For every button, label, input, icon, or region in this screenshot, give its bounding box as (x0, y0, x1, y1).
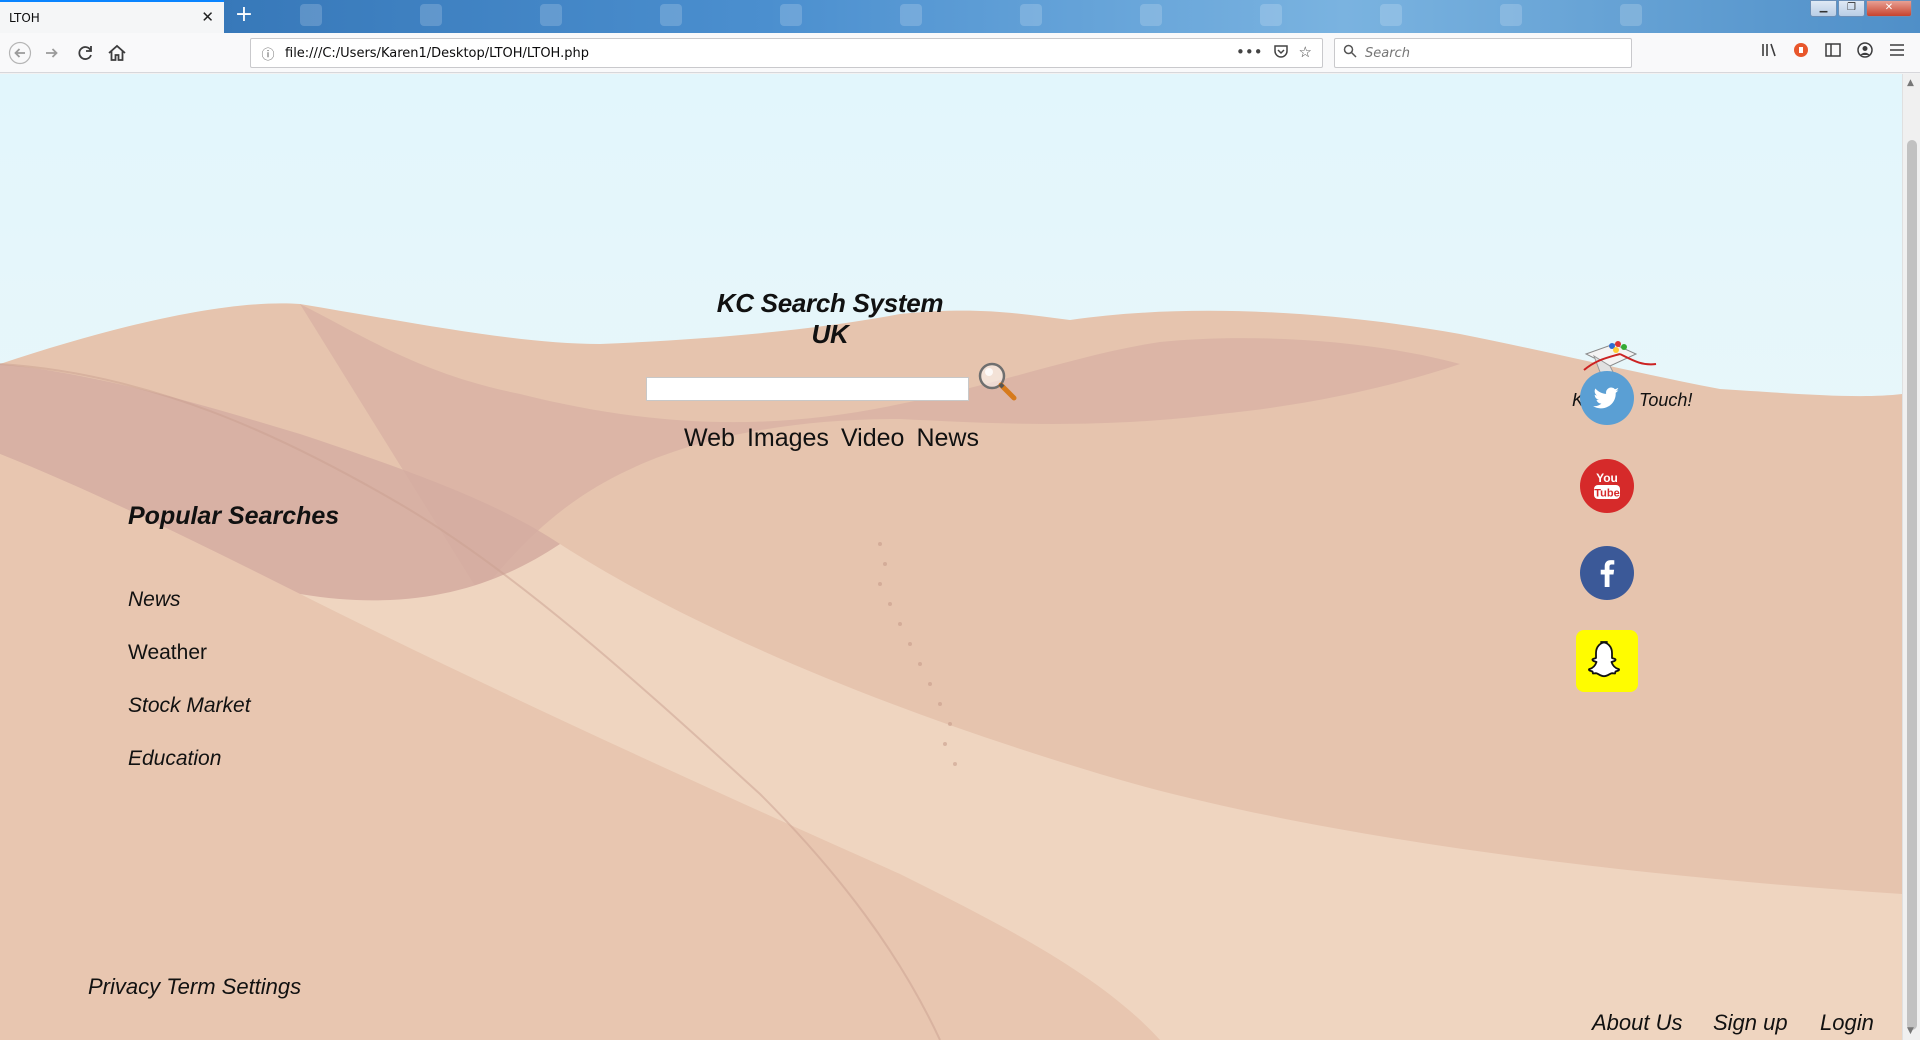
popular-searches-heading: Popular Searches (128, 502, 340, 530)
desktop-decoration (900, 4, 922, 26)
desktop-decoration (780, 4, 802, 26)
youtube-icon: You Tube (1580, 459, 1634, 513)
browser-search-input[interactable] (1365, 45, 1615, 61)
search-icon (1335, 44, 1365, 62)
window-controls: ▁ ❐ ✕ (1809, 0, 1912, 17)
tab-images[interactable]: Images (747, 424, 829, 453)
desktop-decoration (1620, 4, 1642, 26)
desktop-decoration (1020, 4, 1042, 26)
browser-search-bar[interactable] (1334, 38, 1632, 68)
pocket-icon[interactable] (1273, 43, 1289, 63)
window-close-icon[interactable]: ✕ (1866, 0, 1912, 17)
tab-title: LTOH (9, 10, 40, 25)
snapchat-link[interactable] (1576, 630, 1638, 692)
desktop-decoration (1380, 4, 1402, 26)
forward-arrow-icon[interactable] (40, 41, 64, 65)
svg-text:Tube: Tube (1594, 488, 1619, 500)
library-icon[interactable] (1760, 41, 1778, 65)
login-link[interactable]: Login (1820, 1010, 1874, 1036)
popular-search-education[interactable]: Education (128, 747, 221, 771)
menu-icon[interactable] (1888, 41, 1906, 65)
tab-bar: LTOH ✕ + ▁ ❐ ✕ (0, 0, 1920, 33)
desktop-decoration (1260, 4, 1282, 26)
vertical-scrollbar[interactable]: ▲ ▼ (1902, 74, 1920, 1040)
sidebar-icon[interactable] (1824, 41, 1842, 65)
popular-search-news[interactable]: News (128, 588, 181, 612)
scroll-down-arrow-icon[interactable]: ▼ (1907, 1026, 1914, 1036)
new-tab-button[interactable]: + (231, 3, 257, 29)
search-button[interactable] (976, 360, 1020, 404)
popular-search-weather[interactable]: Weather (128, 641, 207, 665)
about-us-link[interactable]: About Us (1592, 1010, 1683, 1036)
home-icon[interactable] (105, 41, 129, 65)
facebook-icon (1580, 546, 1634, 600)
desktop-decoration (540, 4, 562, 26)
browser-tab[interactable]: LTOH ✕ (0, 0, 224, 33)
magnifier-icon (978, 362, 1017, 401)
restore-icon[interactable]: ❐ (1838, 0, 1865, 17)
minimize-icon[interactable]: ▁ (1810, 0, 1837, 17)
navigation-bar: ⓘ file:///C:/Users/Karen1/Desktop/LTOH/L… (0, 33, 1920, 73)
facebook-link[interactable] (1579, 545, 1635, 601)
privacy-terms-settings-link[interactable]: Privacy Term Settings (88, 974, 301, 1000)
youtube-link[interactable]: You Tube (1579, 458, 1635, 514)
desktop-decoration (660, 4, 682, 26)
snapchat-icon (1576, 630, 1638, 692)
page-actions-icon[interactable]: ••• (1236, 43, 1263, 63)
addon-icon[interactable] (1792, 41, 1810, 65)
twitter-icon (1580, 371, 1634, 425)
site-info-icon[interactable]: ⓘ (251, 44, 285, 63)
tab-news[interactable]: News (916, 424, 979, 453)
bookmark-star-icon[interactable]: ☆ (1299, 43, 1312, 63)
sign-up-link[interactable]: Sign up (1713, 1010, 1788, 1036)
scroll-up-arrow-icon[interactable]: ▲ (1907, 78, 1914, 88)
address-bar[interactable]: ⓘ file:///C:/Users/Karen1/Desktop/LTOH/L… (250, 38, 1323, 68)
reload-icon[interactable] (73, 41, 97, 65)
page-viewport: KC Search System UK Web Images Video New… (0, 74, 1902, 1040)
twitter-link[interactable] (1579, 370, 1635, 426)
popular-search-stock-market[interactable]: Stock Market (128, 694, 251, 718)
svg-text:You: You (1596, 471, 1618, 485)
tab-web[interactable]: Web (684, 424, 735, 453)
site-title: KC Search System UK (716, 288, 944, 349)
back-arrow-icon[interactable] (8, 41, 32, 65)
desktop-decoration (1140, 4, 1162, 26)
desktop-decoration (420, 4, 442, 26)
desktop-decoration (1500, 4, 1522, 26)
desktop-decoration (300, 4, 322, 26)
url-text[interactable]: file:///C:/Users/Karen1/Desktop/LTOH/LTO… (285, 46, 1236, 61)
search-input[interactable] (646, 377, 969, 401)
scrollbar-thumb[interactable] (1907, 140, 1917, 1030)
tab-close-icon[interactable]: ✕ (201, 10, 214, 25)
account-icon[interactable] (1856, 41, 1874, 65)
search-type-tabs: Web Images Video News (684, 424, 979, 453)
tab-video[interactable]: Video (841, 424, 905, 453)
